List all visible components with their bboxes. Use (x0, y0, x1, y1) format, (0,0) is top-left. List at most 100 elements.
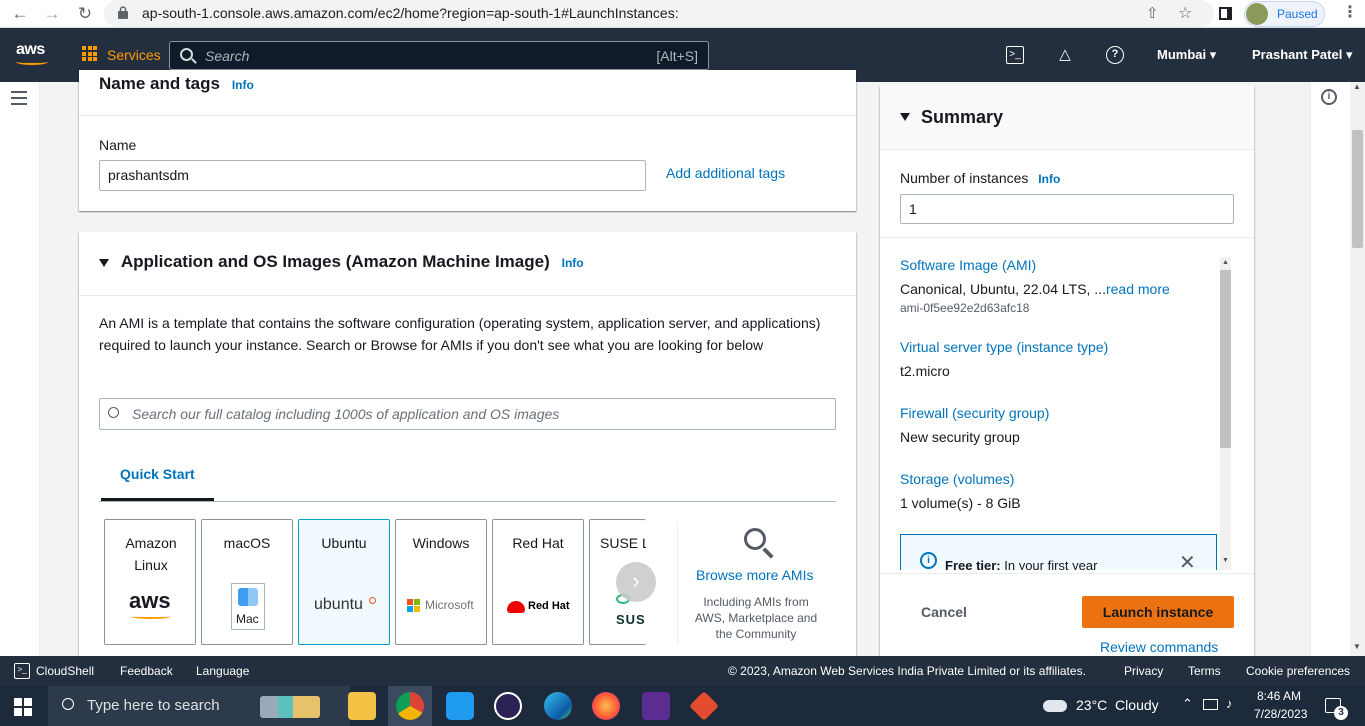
carousel-next-button[interactable]: › (616, 562, 656, 602)
chrome-icon[interactable] (396, 692, 424, 720)
scroll-up-icon[interactable]: ▲ (1222, 259, 1229, 266)
redhat-hat-icon (507, 601, 525, 613)
help-panel-icon[interactable]: i (1321, 89, 1337, 105)
os-tile-macos[interactable]: macOS Mac (201, 519, 293, 645)
review-commands-link[interactable]: Review commands (1100, 639, 1218, 655)
free-tier-alert: i Free tier: In your first year ✕ (900, 534, 1217, 570)
cancel-button[interactable]: Cancel (921, 604, 967, 620)
eclipse-icon[interactable] (494, 692, 522, 720)
share-icon[interactable]: ⇧ (1146, 4, 1159, 22)
windows-start-icon[interactable] (14, 698, 32, 716)
cloudshell-icon[interactable]: >_ (1006, 46, 1024, 64)
summary-header[interactable]: Summary (880, 86, 1254, 150)
add-tags-link[interactable]: Add additional tags (666, 165, 785, 181)
privacy-link[interactable]: Privacy (1124, 664, 1163, 678)
taskbar-search-placeholder: Type here to search (87, 697, 220, 714)
tray-chevron-icon[interactable]: ⌃ (1182, 696, 1193, 712)
scrollbar-thumb[interactable] (1220, 270, 1231, 448)
profile-button[interactable]: Paused (1244, 1, 1325, 27)
os-tile-name: Amazon Linux (125, 535, 177, 573)
instance-type-link[interactable]: Virtual server type (instance type) (900, 339, 1108, 355)
right-rail: i (1310, 82, 1350, 656)
os-tile-amazon-linux[interactable]: Amazon Linux aws (104, 519, 196, 645)
summary-scrollbar[interactable]: ▲ ▼ (1220, 257, 1231, 570)
avatar (1246, 3, 1268, 25)
browser-menu-icon[interactable]: ⋮ (1342, 3, 1358, 23)
close-icon[interactable]: ✕ (1179, 550, 1196, 570)
help-icon[interactable]: ? (1106, 46, 1124, 64)
info-link[interactable]: Info (232, 78, 254, 92)
side-panel-icon[interactable] (1219, 7, 1232, 20)
address-bar[interactable]: ap-south-1.console.aws.amazon.com/ec2/ho… (104, 0, 1214, 27)
aws-logo: aws (129, 588, 171, 613)
firewall-value: New security group (900, 429, 1020, 445)
tab-quick-start[interactable]: Quick Start (120, 466, 195, 482)
storage-link[interactable]: Storage (volumes) (900, 471, 1014, 487)
os-tile-windows[interactable]: Windows Microsoft (395, 519, 487, 645)
notifications-bell-icon[interactable]: △ (1056, 46, 1074, 64)
back-arrow-icon[interactable]: ← (10, 4, 30, 24)
firewall-link[interactable]: Firewall (security group) (900, 405, 1049, 421)
name-input[interactable]: prashantsdm (99, 160, 646, 191)
name-tags-panel: Name and tags Info Name prashantsdm Add … (79, 70, 856, 211)
browse-search-icon[interactable] (699, 522, 774, 559)
aws-smile-icon (16, 59, 48, 65)
info-link[interactable]: Info (562, 256, 584, 270)
collapse-caret-icon[interactable] (900, 113, 910, 121)
clock-time[interactable]: 8:46 AM (1257, 689, 1301, 703)
ami-search-input[interactable]: Search our full catalog including 1000s … (99, 398, 836, 430)
browse-more-description: Including AMIs from AWS, Marketplace and… (694, 595, 818, 641)
weather-text[interactable]: 23°C Cloudy (1076, 697, 1159, 713)
collapse-caret-icon[interactable] (99, 259, 109, 268)
scroll-up-icon[interactable]: ▲ (1353, 82, 1361, 91)
services-menu[interactable]: Services (107, 47, 161, 63)
ubuntu-circle-icon (369, 597, 376, 604)
account-menu[interactable]: Prashant Patel ▾ (1252, 47, 1352, 63)
notification-count-badge: 3 (1334, 706, 1348, 720)
clock-date[interactable]: 7/28/2023 (1254, 707, 1307, 721)
cloudshell-link[interactable]: CloudShell (36, 664, 94, 678)
num-instances-input[interactable]: 1 (900, 194, 1234, 224)
edge-icon[interactable] (544, 692, 572, 720)
ami-search-placeholder: Search our full catalog including 1000s … (132, 406, 560, 422)
reload-icon[interactable]: ↻ (75, 4, 95, 24)
network-icon[interactable] (1203, 699, 1218, 710)
ami-header[interactable]: Application and OS Images (Amazon Machin… (99, 252, 584, 272)
file-explorer-icon[interactable] (348, 692, 376, 720)
hamburger-menu-icon[interactable] (11, 91, 27, 109)
read-more-link[interactable]: read more (1106, 281, 1170, 297)
os-tile-name: Ubuntu (321, 535, 367, 551)
language-link[interactable]: Language (196, 664, 249, 678)
software-image-link[interactable]: Software Image (AMI) (900, 257, 1036, 273)
scroll-down-icon[interactable]: ▼ (1222, 557, 1229, 564)
info-link[interactable]: Info (1038, 172, 1060, 186)
num-instances-label: Number of instances (900, 170, 1029, 186)
summary-panel: Summary Number of instances Info 1 Softw… (880, 86, 1254, 656)
os-tile-ubuntu[interactable]: Ubuntu ubuntu (298, 519, 390, 645)
page-scrollbar[interactable]: ▲ ▼ (1350, 82, 1365, 656)
cookie-preferences-link[interactable]: Cookie preferences (1246, 664, 1350, 678)
scrollbar-thumb[interactable] (1352, 130, 1363, 248)
forward-arrow-icon[interactable]: → (42, 4, 62, 24)
volume-icon[interactable]: ♪ (1226, 696, 1233, 711)
scroll-down-icon[interactable]: ▼ (1353, 642, 1361, 651)
launch-instance-button[interactable]: Launch instance (1082, 596, 1234, 628)
taskbar-search-box[interactable]: Type here to search (48, 686, 350, 726)
services-grid-icon[interactable] (82, 46, 99, 63)
search-shortcut: [Alt+S] (656, 48, 698, 64)
lock-icon (118, 6, 128, 19)
firefox-icon[interactable] (592, 692, 620, 720)
visual-studio-icon[interactable] (642, 692, 670, 720)
divider (880, 573, 1254, 574)
feedback-link[interactable]: Feedback (120, 664, 173, 678)
bookmark-star-icon[interactable]: ☆ (1178, 3, 1192, 23)
browse-more-amis-link[interactable]: Browse more AMIs (696, 567, 813, 583)
git-icon[interactable] (689, 691, 719, 721)
os-tile-redhat[interactable]: Red Hat Red Hat (492, 519, 584, 645)
global-search-input[interactable]: Search [Alt+S] (169, 41, 709, 70)
cloudshell-icon[interactable]: >_ (14, 663, 30, 679)
aws-logo[interactable]: aws (16, 41, 45, 59)
terms-link[interactable]: Terms (1188, 664, 1221, 678)
vscode-icon[interactable] (446, 692, 474, 720)
region-selector[interactable]: Mumbai ▾ (1157, 47, 1216, 63)
